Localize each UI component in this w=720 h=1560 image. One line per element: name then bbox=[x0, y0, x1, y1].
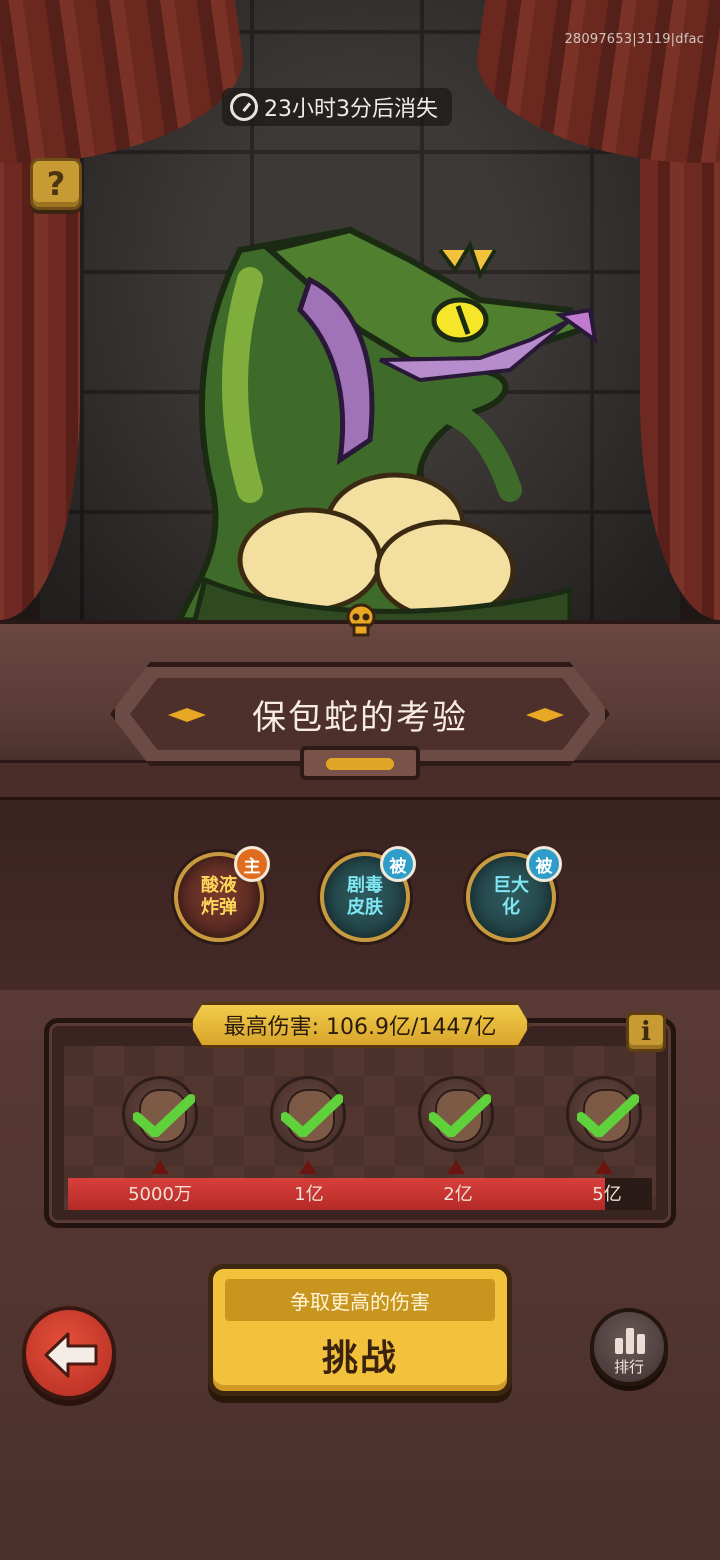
milestone-label: 5000万 bbox=[128, 1184, 192, 1205]
reward-chest-2[interactable] bbox=[270, 1076, 346, 1152]
passive-skill-badge: 被 bbox=[526, 846, 562, 882]
claimed-check-icon bbox=[133, 1094, 195, 1137]
skill-toxic-skin[interactable]: 剧毒皮肤 被 bbox=[320, 846, 416, 942]
reward-chest-1[interactable] bbox=[122, 1076, 198, 1152]
skill-acid-bomb[interactable]: 酸液炸弹 主 bbox=[174, 846, 270, 942]
skill-label: 巨大化 bbox=[493, 875, 529, 918]
skill-label: 剧毒皮肤 bbox=[347, 875, 383, 918]
challenge-subtitle: 争取更高的伤害 bbox=[225, 1279, 495, 1321]
milestone-marker bbox=[595, 1160, 613, 1174]
ranking-button[interactable]: 排行 bbox=[590, 1308, 668, 1386]
ranking-label: 排行 bbox=[613, 1358, 644, 1376]
reward-chest-4[interactable] bbox=[566, 1076, 642, 1152]
scroll-ornament bbox=[300, 746, 420, 780]
skill-label: 酸液炸弹 bbox=[201, 875, 237, 918]
skill-gigantify[interactable]: 巨大化 被 bbox=[466, 846, 562, 942]
milestone-label: 5亿 bbox=[592, 1184, 622, 1205]
milestone-marker bbox=[151, 1160, 169, 1174]
challenge-label: 挑战 bbox=[321, 1338, 398, 1379]
info-button[interactable]: i bbox=[626, 1012, 666, 1052]
milestone-label: 2亿 bbox=[443, 1184, 473, 1205]
expiry-timer: 23小时3分后消失 bbox=[222, 88, 452, 126]
claimed-check-icon bbox=[429, 1094, 491, 1137]
passive-skill-badge: 被 bbox=[380, 846, 416, 882]
snake-boss-art bbox=[175, 226, 598, 643]
reward-chest-3[interactable] bbox=[418, 1076, 494, 1152]
claimed-check-icon bbox=[281, 1094, 343, 1137]
claimed-check-icon bbox=[577, 1094, 639, 1137]
help-button[interactable]: ? bbox=[30, 158, 82, 210]
milestone-marker bbox=[447, 1160, 465, 1174]
build-id: 28097653|3119|dfac bbox=[564, 32, 704, 47]
back-arrow-icon bbox=[44, 1332, 98, 1378]
max-damage-banner: 最高伤害: 106.9亿/1447亿 bbox=[190, 1002, 530, 1048]
skull-icon bbox=[346, 603, 376, 637]
milestone-marker bbox=[299, 1160, 317, 1174]
timer-text: 23小时3分后消失 bbox=[264, 97, 438, 122]
leaderboard-icon bbox=[615, 1326, 647, 1354]
game-screen: 28097653|3119|dfac 23小时3分后消失 ? 保包蛇的考验 酸液… bbox=[0, 0, 720, 1560]
milestone-label: 1亿 bbox=[294, 1184, 324, 1205]
back-button[interactable] bbox=[22, 1306, 116, 1400]
snake-boss-illustration bbox=[150, 190, 620, 660]
challenge-button[interactable]: 争取更高的伤害 挑战 bbox=[208, 1264, 512, 1396]
clock-icon bbox=[230, 93, 258, 121]
main-skill-badge: 主 bbox=[234, 846, 270, 882]
